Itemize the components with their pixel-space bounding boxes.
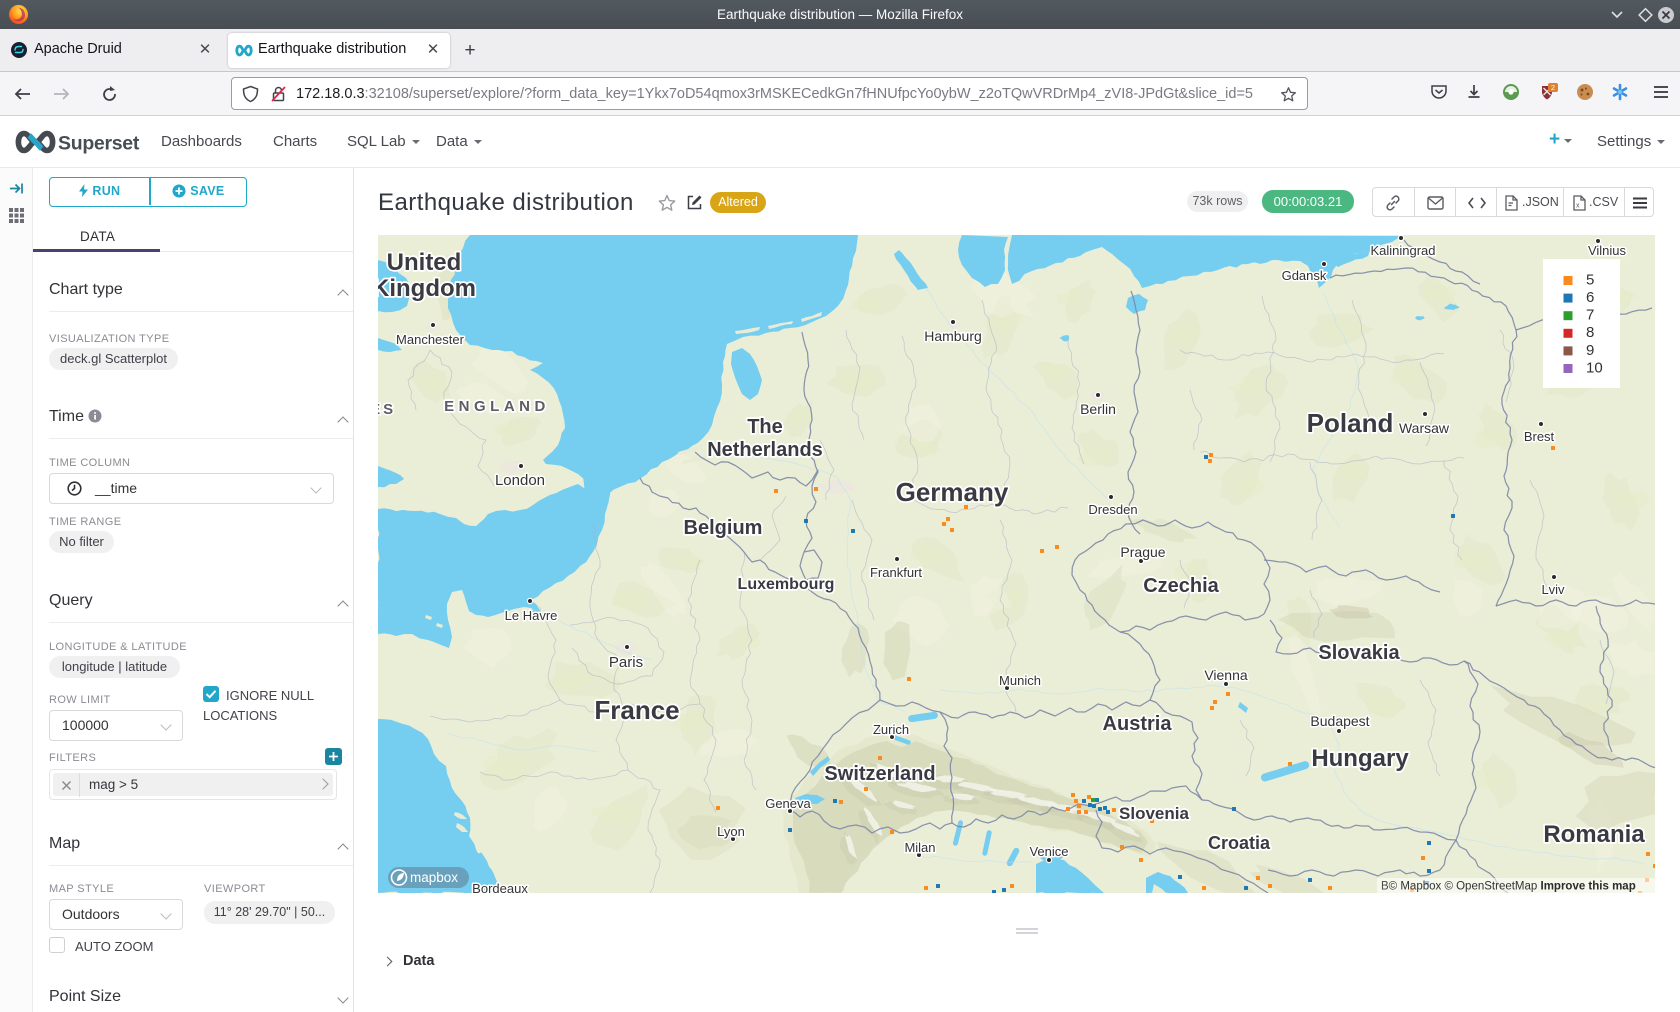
svg-text:Kaliningrad: Kaliningrad bbox=[1370, 243, 1435, 258]
svg-text:Brest: Brest bbox=[1524, 429, 1555, 444]
svg-text:Dresden: Dresden bbox=[1088, 502, 1137, 517]
svg-text:Lviv: Lviv bbox=[1541, 582, 1565, 597]
svg-text:Austria: Austria bbox=[1103, 713, 1173, 735]
svg-text:7: 7 bbox=[1586, 307, 1594, 324]
svg-text:8: 8 bbox=[1586, 324, 1594, 341]
svg-text:Slovakia: Slovakia bbox=[1318, 642, 1400, 664]
svg-text:WALES: WALES bbox=[378, 401, 396, 418]
svg-text:Czechia: Czechia bbox=[1143, 575, 1219, 597]
svg-text:Romania: Romania bbox=[1543, 821, 1645, 848]
svg-text:Germany: Germany bbox=[896, 477, 1009, 507]
svg-text:The: The bbox=[747, 416, 783, 438]
svg-text:Hamburg: Hamburg bbox=[924, 328, 982, 344]
svg-text:Prague: Prague bbox=[1120, 544, 1165, 560]
svg-text:Zurich: Zurich bbox=[873, 722, 909, 737]
svg-text:Venice: Venice bbox=[1029, 844, 1068, 859]
svg-text:Manchester: Manchester bbox=[396, 332, 465, 347]
svg-text:Lyon: Lyon bbox=[717, 824, 745, 839]
svg-text:Luxembourg: Luxembourg bbox=[738, 576, 835, 593]
svg-text:9: 9 bbox=[1586, 342, 1594, 359]
svg-text:Gdansk: Gdansk bbox=[1282, 268, 1327, 283]
svg-text:5: 5 bbox=[1586, 271, 1594, 288]
svg-text:Paris: Paris bbox=[609, 654, 643, 671]
svg-text:Berlin: Berlin bbox=[1080, 401, 1116, 417]
svg-text:Croatia: Croatia bbox=[1208, 833, 1271, 853]
svg-text:6: 6 bbox=[1586, 289, 1594, 306]
svg-text:mapbox: mapbox bbox=[410, 870, 458, 885]
svg-text:Netherlands: Netherlands bbox=[707, 439, 823, 461]
svg-text:2: 2 bbox=[1551, 83, 1555, 92]
svg-text:Munich: Munich bbox=[999, 673, 1041, 688]
svg-text:London: London bbox=[495, 472, 545, 489]
svg-text:ENGLAND: ENGLAND bbox=[444, 398, 550, 415]
svg-text:Superset: Superset bbox=[58, 133, 140, 155]
svg-text:Kingdom: Kingdom bbox=[378, 275, 476, 302]
svg-text:Belgium: Belgium bbox=[684, 517, 763, 539]
svg-text:x: x bbox=[1576, 203, 1580, 210]
svg-text:Frankfurt: Frankfurt bbox=[870, 565, 922, 580]
svg-text:Milan: Milan bbox=[904, 840, 935, 855]
svg-text:Vienna: Vienna bbox=[1204, 667, 1248, 683]
svg-text:Geneva: Geneva bbox=[765, 796, 811, 811]
svg-text:France: France bbox=[594, 695, 679, 725]
svg-text:Bordeaux: Bordeaux bbox=[472, 881, 528, 893]
svg-text:Poland: Poland bbox=[1307, 408, 1394, 438]
svg-text:B© Mapbox © OpenStreetMap Impr: B© Mapbox © OpenStreetMap Improve this m… bbox=[1381, 881, 1636, 893]
svg-text:Hungary: Hungary bbox=[1311, 745, 1409, 772]
svg-text:Switzerland: Switzerland bbox=[824, 763, 935, 785]
svg-text:Budapest: Budapest bbox=[1310, 713, 1369, 729]
svg-text:Vilnius: Vilnius bbox=[1588, 243, 1627, 258]
svg-text:Slovenia: Slovenia bbox=[1119, 804, 1189, 823]
svg-text:United: United bbox=[387, 249, 462, 276]
svg-text:Le Havre: Le Havre bbox=[505, 608, 558, 623]
svg-text:10: 10 bbox=[1586, 359, 1603, 376]
svg-text:Warsaw: Warsaw bbox=[1399, 420, 1450, 436]
